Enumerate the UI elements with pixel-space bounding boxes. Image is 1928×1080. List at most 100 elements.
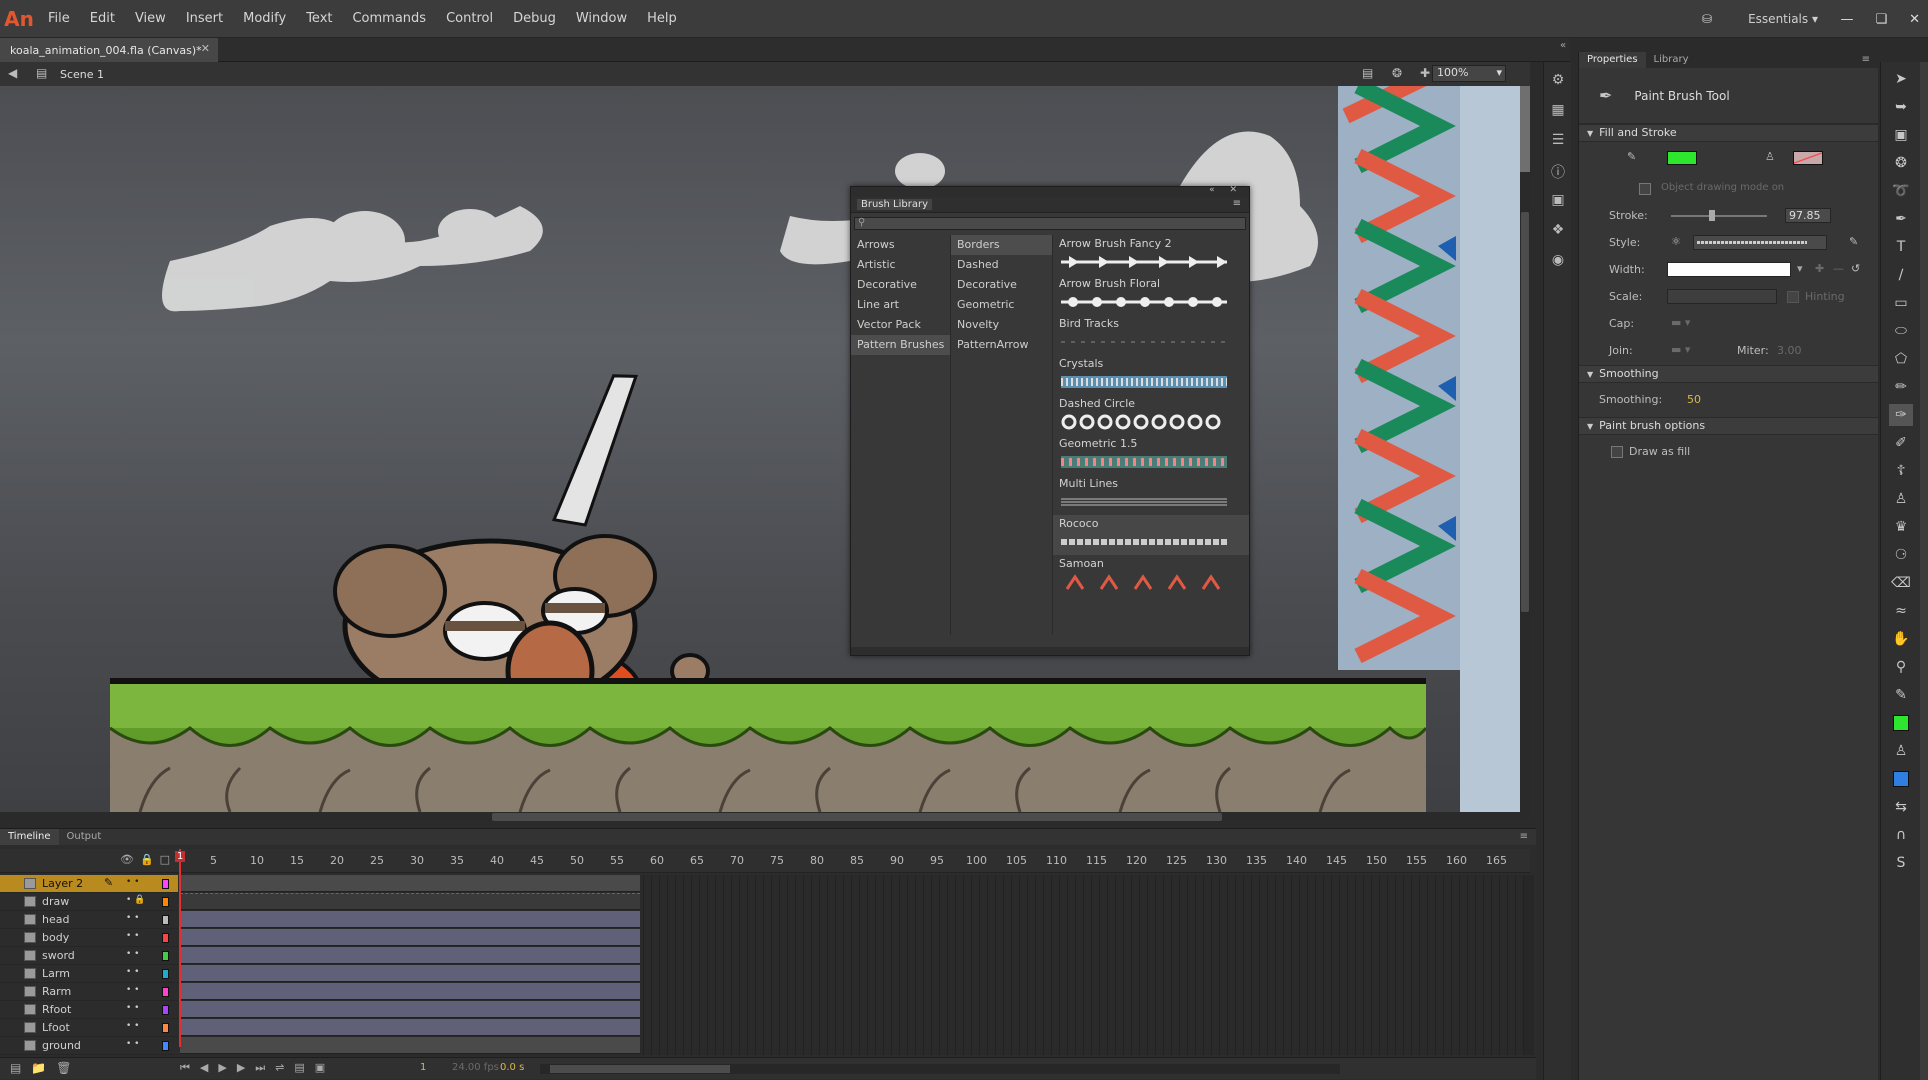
visibility-dot[interactable]: • • [126, 931, 139, 941]
menu-help[interactable]: Help [637, 0, 687, 38]
layer-row-selected[interactable]: Layer 2 ✎ • • [0, 875, 178, 893]
brush-item[interactable]: Multi Lines [1053, 475, 1249, 515]
menu-text[interactable]: Text [296, 0, 342, 38]
menu-window[interactable]: Window [566, 0, 637, 38]
stage-vertical-scrollbar[interactable] [1520, 172, 1530, 812]
stroke-color-chip[interactable] [1889, 712, 1913, 734]
stroke-color-icon[interactable]: ✎ [1889, 684, 1913, 706]
stage-horizontal-scrollbar[interactable] [0, 812, 1530, 822]
restore-icon[interactable]: ❏ [1875, 12, 1887, 27]
subcategory-item[interactable]: Geometric [951, 295, 1052, 315]
tab-output[interactable]: Output [59, 829, 110, 845]
align-icon[interactable]: ☰ [1548, 132, 1568, 152]
visibility-dot[interactable]: • • [126, 1003, 139, 1013]
object-drawing-checkbox[interactable] [1639, 183, 1651, 195]
tab-properties[interactable]: Properties [1579, 52, 1646, 68]
frame-span[interactable] [180, 911, 640, 928]
eyedropper-tool-icon[interactable]: ⚆ [1889, 544, 1913, 566]
layer-row[interactable]: ground • • [0, 1037, 178, 1055]
stroke-size-input[interactable]: 97.85 [1785, 208, 1831, 223]
brush-tool-icon[interactable]: ✐ [1889, 432, 1913, 454]
scroll-thumb[interactable] [492, 813, 1222, 821]
zoom-select[interactable]: 100% ▾ [1432, 65, 1506, 82]
frame-span[interactable] [180, 983, 640, 1000]
rectangle-tool-icon[interactable]: ▭ [1889, 292, 1913, 314]
join-select[interactable]: ▬ ▾ [1671, 343, 1690, 356]
collapse-panels-icon[interactable]: « [1560, 40, 1566, 51]
sync-settings-icon[interactable]: ⛁ [1702, 12, 1712, 26]
visibility-dot[interactable]: • • [126, 949, 139, 959]
brush-item[interactable]: Geometric 1.5 [1053, 435, 1249, 475]
paint-brush-options-section[interactable]: ▼ Paint brush options [1579, 417, 1878, 435]
scroll-thumb[interactable] [550, 1065, 730, 1073]
menu-view[interactable]: View [125, 0, 176, 38]
brush-item[interactable]: Dashed Circle [1053, 395, 1249, 435]
components-icon[interactable]: ❖ [1548, 222, 1568, 242]
playhead[interactable] [179, 849, 181, 1047]
brush-search-input[interactable]: ⚲ [854, 217, 1246, 230]
brush-item[interactable]: Arrow Brush Floral [1053, 275, 1249, 315]
minimize-icon[interactable]: — [1840, 12, 1853, 27]
subcategory-item[interactable]: PatternArrow [951, 335, 1052, 355]
time-readout[interactable]: 0.0 s [500, 1062, 524, 1073]
line-tool-icon[interactable]: ∕ [1889, 264, 1913, 286]
stroke-color-swatch[interactable] [1667, 151, 1697, 165]
scroll-thumb[interactable] [1521, 212, 1529, 612]
subcategory-item[interactable]: Novelty [951, 315, 1052, 335]
layer-outline-color[interactable] [162, 879, 169, 889]
edit-symbol-icon[interactable]: ❂ [1392, 66, 1402, 80]
close-icon[interactable]: ✕ [1909, 12, 1920, 27]
lasso-tool-icon[interactable]: ➰ [1889, 180, 1913, 202]
layer-row[interactable]: sword • • [0, 947, 178, 965]
brush-item[interactable]: Crystals [1053, 355, 1249, 395]
layer-buttons[interactable]: ▤📁🗑 [10, 1061, 82, 1075]
smoothing-value[interactable]: 50 [1687, 393, 1701, 406]
visibility-dot[interactable]: • • [126, 877, 139, 887]
panel-grip[interactable]: « ✕ [851, 185, 1249, 197]
category-item[interactable]: Line art [851, 295, 950, 315]
brush-item[interactable]: Arrow Brush Fancy 2 [1053, 235, 1249, 275]
layer-outline-color[interactable] [162, 1023, 169, 1033]
miter-value[interactable]: 3.00 [1777, 344, 1802, 357]
stroke-slider[interactable] [1671, 215, 1767, 217]
width-tool-icon[interactable]: ≈ [1889, 600, 1913, 622]
menu-debug[interactable]: Debug [503, 0, 566, 38]
zoom-tool-icon[interactable]: ⚲ [1889, 656, 1913, 678]
transform-icon[interactable]: ▣ [1548, 192, 1568, 212]
layer-toggle-icons[interactable]: 👁🔒□ [120, 853, 176, 866]
smoothing-section[interactable]: ▼ Smoothing [1579, 365, 1878, 383]
paint-brush-tool-icon[interactable]: ✑ [1889, 404, 1913, 426]
panel-menu-icon[interactable]: ≡ [1233, 198, 1241, 209]
snap-icon[interactable]: ∩ [1889, 824, 1913, 846]
eraser-tool-icon[interactable]: ⌫ [1889, 572, 1913, 594]
layer-outline-color[interactable] [162, 969, 169, 979]
frame-span[interactable] [180, 929, 640, 946]
menu-modify[interactable]: Modify [233, 0, 296, 38]
visibility-dot[interactable]: • • [126, 1021, 139, 1031]
layer-outline-color[interactable] [162, 951, 169, 961]
category-item[interactable]: Artistic [851, 255, 950, 275]
free-transform-tool-icon[interactable]: ▣ [1889, 124, 1913, 146]
menu-insert[interactable]: Insert [176, 0, 233, 38]
tab-timeline[interactable]: Timeline [0, 829, 59, 845]
frame-span[interactable] [180, 965, 640, 982]
stroke-slider-thumb[interactable] [1709, 210, 1715, 221]
layer-row[interactable]: draw • 🔒 [0, 893, 178, 911]
brush-item[interactable]: Bird Tracks [1053, 315, 1249, 355]
pencil-tool-icon[interactable]: ✏ [1889, 376, 1913, 398]
scale-select[interactable] [1667, 289, 1777, 304]
panel-menu-icon[interactable]: ≡ [1862, 52, 1870, 68]
category-item[interactable]: Decorative [851, 275, 950, 295]
style-select[interactable] [1693, 235, 1827, 250]
brush-library-icon[interactable]: ⚛ [1671, 235, 1681, 248]
smooth-icon[interactable]: S [1889, 852, 1913, 874]
layer-outline-color[interactable] [162, 1005, 169, 1015]
layer-row[interactable]: head • • [0, 911, 178, 929]
frame-span[interactable] [180, 875, 640, 892]
subcategory-item[interactable]: Dashed [951, 255, 1052, 275]
center-stage-icon[interactable]: ✚ [1420, 66, 1430, 80]
timeline-horizontal-scrollbar[interactable] [540, 1064, 1340, 1074]
cap-select[interactable]: ▬ ▾ [1671, 316, 1690, 329]
edit-stroke-style-icon[interactable]: ✎ [1849, 235, 1858, 248]
category-item[interactable]: Vector Pack [851, 315, 950, 335]
